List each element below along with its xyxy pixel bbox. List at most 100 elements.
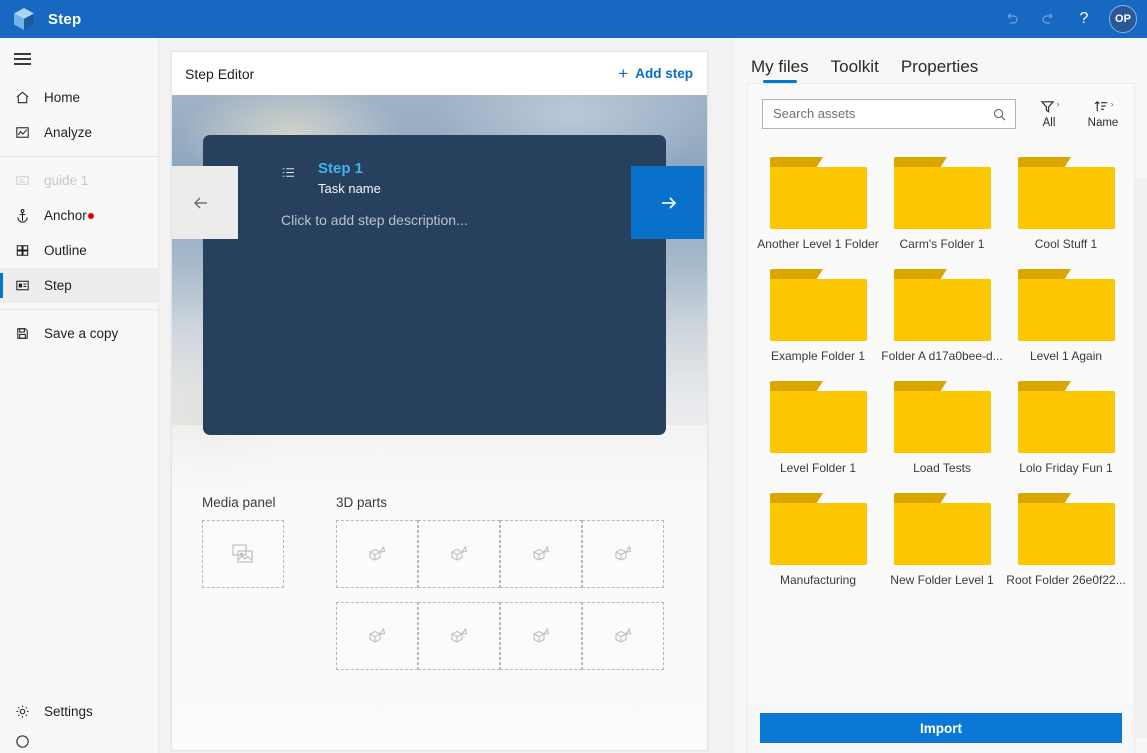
help-icon: ? xyxy=(1080,10,1089,28)
step-icon xyxy=(14,277,36,294)
home-icon xyxy=(14,89,36,106)
media-panel-group: Media panel xyxy=(202,495,284,670)
arrow-right-icon xyxy=(653,188,683,218)
help-button[interactable]: ? xyxy=(1067,2,1101,36)
search-icon xyxy=(992,107,1007,127)
list-item[interactable]: Folder A d17a0bee-d... xyxy=(880,269,1004,363)
sidebar-item-label: Anchor xyxy=(44,208,87,223)
hamburger-icon xyxy=(14,50,31,69)
sidebar: Home Analyze guide 1 Anchor xyxy=(0,38,159,753)
sidebar-item-save-a-copy[interactable]: Save a copy xyxy=(0,316,158,351)
redo-button[interactable] xyxy=(1031,2,1065,36)
plus-icon: + xyxy=(618,65,628,82)
asset-name: Manufacturing xyxy=(780,573,856,587)
asset-name: Example Folder 1 xyxy=(771,349,865,363)
parts-grid xyxy=(336,520,664,670)
filter-icon xyxy=(1039,98,1056,115)
add-step-button[interactable]: + Add step xyxy=(618,65,693,82)
step-card[interactable]: Step 1 Task name Click to add step descr… xyxy=(203,135,666,435)
3d-parts-group: 3D parts xyxy=(336,495,664,670)
hamburger-menu-button[interactable] xyxy=(0,38,158,80)
sort-button[interactable]: › Name xyxy=(1082,98,1124,129)
list-item[interactable]: Level 1 Again xyxy=(1004,269,1128,363)
sidebar-item-label: Settings xyxy=(44,704,93,719)
media-panel-title: Media panel xyxy=(202,495,284,510)
sidebar-bottom-section: Settings xyxy=(0,694,158,753)
asset-name: Load Tests xyxy=(913,461,971,475)
tab-properties[interactable]: Properties xyxy=(899,57,980,83)
redo-icon xyxy=(1039,10,1057,28)
add-step-label: Add step xyxy=(635,66,693,81)
list-item[interactable]: Manufacturing xyxy=(756,493,880,587)
step-description-field[interactable]: Click to add step description... xyxy=(281,212,468,228)
anchor-icon xyxy=(14,207,36,224)
folder-icon xyxy=(1018,493,1115,565)
sidebar-item-step[interactable]: Step xyxy=(0,268,158,303)
list-icon[interactable] xyxy=(281,165,296,196)
part-drop-slot[interactable] xyxy=(582,602,664,670)
search-input[interactable] xyxy=(773,106,987,121)
part-drop-slot[interactable] xyxy=(418,520,500,588)
part-drop-slot[interactable] xyxy=(418,602,500,670)
image-placeholder-icon xyxy=(230,543,256,565)
save-copy-icon xyxy=(14,325,36,342)
sidebar-item-label: Home xyxy=(44,90,80,105)
app-title: Step xyxy=(48,11,81,28)
sort-icon xyxy=(1093,98,1110,115)
folder-icon xyxy=(770,157,867,229)
step-preview-canvas[interactable]: Step 1 Task name Click to add step descr… xyxy=(172,95,707,750)
filter-button[interactable]: › All xyxy=(1028,98,1070,129)
part-drop-slot[interactable] xyxy=(336,602,418,670)
media-drop-slot[interactable] xyxy=(202,520,284,588)
search-box[interactable] xyxy=(762,99,1016,129)
list-item[interactable]: Load Tests xyxy=(880,381,1004,475)
asset-name: New Folder Level 1 xyxy=(890,573,993,587)
assets-grid[interactable]: Another Level 1 Folder Carm's Folder 1 C… xyxy=(748,137,1134,705)
list-item[interactable]: Cool Stuff 1 xyxy=(1004,157,1128,251)
hexagon-logo-icon xyxy=(11,6,37,32)
tab-toolkit[interactable]: Toolkit xyxy=(829,57,881,83)
undo-button[interactable] xyxy=(995,2,1029,36)
avatar[interactable]: OP xyxy=(1109,5,1137,33)
tab-my-files[interactable]: My files xyxy=(749,57,811,83)
sidebar-item-anchor[interactable]: Anchor xyxy=(0,198,158,233)
sidebar-item-settings[interactable]: Settings xyxy=(0,694,158,729)
sidebar-item-home[interactable]: Home xyxy=(0,80,158,115)
part-drop-slot[interactable] xyxy=(336,520,418,588)
next-step-button[interactable] xyxy=(631,166,704,239)
3d-part-icon xyxy=(447,624,471,648)
account-icon xyxy=(14,733,36,750)
chevron-right-icon: › xyxy=(1057,99,1060,109)
list-item[interactable]: Example Folder 1 xyxy=(756,269,880,363)
step-editor-header: Step Editor + Add step xyxy=(172,52,707,95)
sidebar-divider xyxy=(0,156,158,157)
page-title: Step Editor xyxy=(185,66,254,82)
part-drop-slot[interactable] xyxy=(500,602,582,670)
3d-part-icon xyxy=(365,624,389,648)
3d-part-icon xyxy=(529,542,553,566)
previous-step-button[interactable] xyxy=(172,166,238,239)
undo-icon xyxy=(1003,10,1021,28)
list-item[interactable]: Level Folder 1 xyxy=(756,381,880,475)
task-name-field[interactable]: Task name xyxy=(318,181,381,196)
sidebar-item-partial[interactable] xyxy=(0,729,158,753)
list-item[interactable]: Carm's Folder 1 xyxy=(880,157,1004,251)
asset-name: Level Folder 1 xyxy=(780,461,856,475)
sidebar-item-label: Analyze xyxy=(44,125,92,140)
sidebar-item-outline[interactable]: Outline xyxy=(0,233,158,268)
import-button[interactable]: Import xyxy=(760,713,1122,743)
filter-label: All xyxy=(1043,117,1056,129)
attachment-zones: Media panel 3D parts xyxy=(202,495,664,670)
list-item[interactable]: Root Folder 26e0f22... xyxy=(1004,493,1128,587)
list-item[interactable]: New Folder Level 1 xyxy=(880,493,1004,587)
assets-scrollbar[interactable] xyxy=(1135,178,1147,738)
step-editor-panel: Step Editor + Add step xyxy=(171,51,708,751)
part-drop-slot[interactable] xyxy=(500,520,582,588)
list-item[interactable]: Lolo Friday Fun 1 xyxy=(1004,381,1128,475)
part-drop-slot[interactable] xyxy=(582,520,664,588)
folder-icon xyxy=(1018,269,1115,341)
gear-icon xyxy=(14,703,36,720)
list-item[interactable]: Another Level 1 Folder xyxy=(756,157,880,251)
sidebar-item-analyze[interactable]: Analyze xyxy=(0,115,158,150)
sidebar-item-label: Save a copy xyxy=(44,326,118,341)
